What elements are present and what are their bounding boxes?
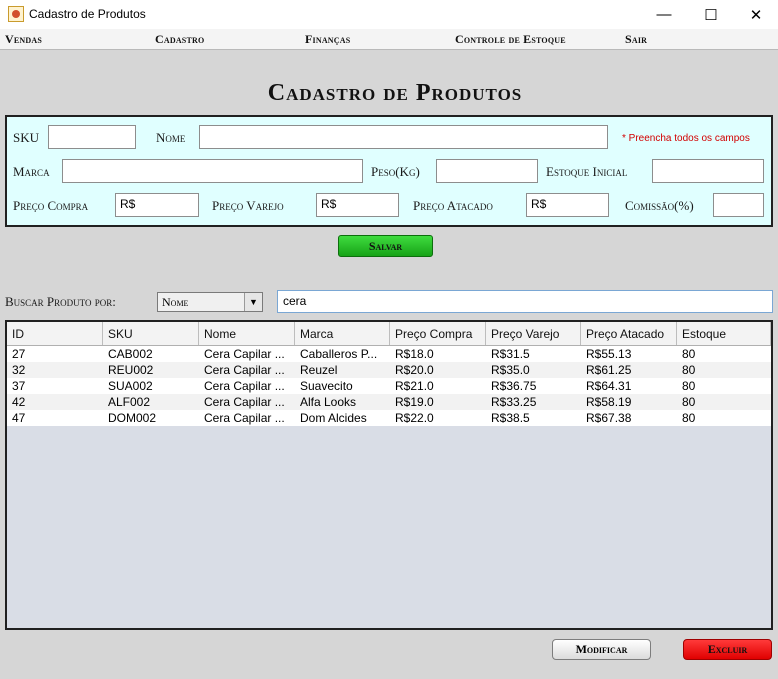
table-cell: 47 <box>12 411 26 425</box>
table-cell: R$33.25 <box>491 395 537 409</box>
preco-compra-label: Preço Compra <box>13 198 89 213</box>
marca-label: Marca <box>13 164 50 179</box>
marca-input[interactable] <box>62 159 363 183</box>
delete-button[interactable]: Excluir <box>683 639 772 660</box>
modify-button[interactable]: Modificar <box>552 639 651 660</box>
sku-input[interactable] <box>48 125 136 149</box>
table-cell: DOM002 <box>108 411 157 425</box>
products-table: ID SKU Nome Marca Preço Compra Preço Var… <box>5 320 773 630</box>
table-cell: SUA002 <box>108 379 153 393</box>
menu-cadastro[interactable]: Cadastro <box>155 32 204 47</box>
column-header-estoque[interactable]: Estoque <box>677 322 771 345</box>
table-cell: Cera Capilar ... <box>204 395 285 409</box>
menu-vendas[interactable]: Vendas <box>5 32 42 47</box>
table-cell: 32 <box>12 363 26 377</box>
menu-financas[interactable]: Finanças <box>305 32 350 47</box>
column-header-preco-compra[interactable]: Preço Compra <box>390 322 486 345</box>
table-cell: 80 <box>682 363 696 377</box>
nome-label: Nome <box>156 130 186 145</box>
preco-atacado-input[interactable]: R$ <box>526 193 609 217</box>
chevron-down-icon[interactable]: ▼ <box>244 293 262 311</box>
table-cell: 42 <box>12 395 26 409</box>
preco-varejo-input[interactable]: R$ <box>316 193 399 217</box>
table-cell: 27 <box>12 347 26 361</box>
preco-varejo-label: Preço Varejo <box>212 198 284 213</box>
table-cell: R$20.0 <box>395 363 434 377</box>
menu-bar <box>0 29 778 50</box>
table-cell: 80 <box>682 347 696 361</box>
table-row[interactable]: 42 ALF002 Cera Capilar ... Alfa Looks R$… <box>7 394 771 410</box>
table-cell: Reuzel <box>300 363 338 377</box>
preco-atacado-label: Preço Atacado <box>413 198 493 213</box>
search-field-select[interactable]: Nome ▼ <box>157 292 263 312</box>
minimize-button[interactable]: — <box>641 0 687 29</box>
table-cell: CAB002 <box>108 347 153 361</box>
close-button[interactable]: ✕ <box>733 0 778 29</box>
table-row[interactable]: 37 SUA002 Cera Capilar ... Suavecito R$2… <box>7 378 771 394</box>
search-by-label: Buscar Produto por: <box>5 294 116 309</box>
table-cell: R$58.19 <box>586 395 632 409</box>
menu-controle-estoque[interactable]: Controle de Estoque <box>455 32 566 47</box>
save-button[interactable]: Salvar <box>338 235 433 257</box>
table-cell: R$19.0 <box>395 395 434 409</box>
column-header-id[interactable]: ID <box>7 322 103 345</box>
window-title: Cadastro de Produtos <box>29 7 146 21</box>
table-cell: Alfa Looks <box>300 395 357 409</box>
table-row[interactable]: 47 DOM002 Cera Capilar ... Dom Alcides R… <box>7 410 771 426</box>
table-cell: R$31.5 <box>491 347 530 361</box>
table-cell: Cera Capilar ... <box>204 347 285 361</box>
comissao-input[interactable] <box>713 193 764 217</box>
column-header-preco-varejo[interactable]: Preço Varejo <box>486 322 581 345</box>
maximize-button[interactable]: ☐ <box>688 0 734 29</box>
table-cell: R$35.0 <box>491 363 530 377</box>
sku-label: SKU <box>13 130 40 145</box>
java-app-icon <box>8 6 24 22</box>
column-header-preco-atacado[interactable]: Preço Atacado <box>581 322 677 345</box>
table-cell: R$64.31 <box>586 379 632 393</box>
table-cell: Caballeros P... <box>300 347 378 361</box>
table-cell: REU002 <box>108 363 154 377</box>
table-cell: Suavecito <box>300 379 353 393</box>
table-cell: R$61.25 <box>586 363 632 377</box>
table-cell: 80 <box>682 411 696 425</box>
column-header-marca[interactable]: Marca <box>295 322 390 345</box>
peso-label: Peso(Kg) <box>371 164 420 179</box>
preco-compra-input[interactable]: R$ <box>115 193 199 217</box>
column-header-nome[interactable]: Nome <box>199 322 295 345</box>
table-body: 27 CAB002 Cera Capilar ... Caballeros P.… <box>7 346 771 426</box>
table-cell: R$55.13 <box>586 347 632 361</box>
table-cell: Dom Alcides <box>300 411 367 425</box>
table-cell: R$21.0 <box>395 379 434 393</box>
estoque-inicial-input[interactable] <box>652 159 764 183</box>
table-cell: R$36.75 <box>491 379 537 393</box>
peso-input[interactable] <box>436 159 538 183</box>
table-row[interactable]: 27 CAB002 Cera Capilar ... Caballeros P.… <box>7 346 771 362</box>
comissao-label: Comissão(%) <box>625 198 694 213</box>
search-input[interactable]: cera <box>277 290 773 313</box>
column-header-sku[interactable]: SKU <box>103 322 199 345</box>
menu-sair[interactable]: Sair <box>625 32 647 47</box>
table-cell: 80 <box>682 379 696 393</box>
table-cell: Cera Capilar ... <box>204 379 285 393</box>
table-cell: Cera Capilar ... <box>204 411 285 425</box>
page-title: Cadastro de Produtos <box>267 80 523 106</box>
table-cell: R$22.0 <box>395 411 434 425</box>
nome-input[interactable] <box>199 125 608 149</box>
table-cell: R$18.0 <box>395 347 434 361</box>
table-cell: Cera Capilar ... <box>204 363 285 377</box>
table-cell: 80 <box>682 395 696 409</box>
estoque-inicial-label: Estoque Inicial <box>546 164 628 179</box>
table-row[interactable]: 32 REU002 Cera Capilar ... Reuzel R$20.0… <box>7 362 771 378</box>
required-fields-note: * Preencha todos os campos <box>622 133 750 144</box>
table-header: ID SKU Nome Marca Preço Compra Preço Var… <box>7 322 771 346</box>
table-cell: ALF002 <box>108 395 151 409</box>
table-cell: R$67.38 <box>586 411 632 425</box>
table-cell: R$38.5 <box>491 411 530 425</box>
search-field-selected: Nome <box>162 295 189 309</box>
table-cell: 37 <box>12 379 26 393</box>
